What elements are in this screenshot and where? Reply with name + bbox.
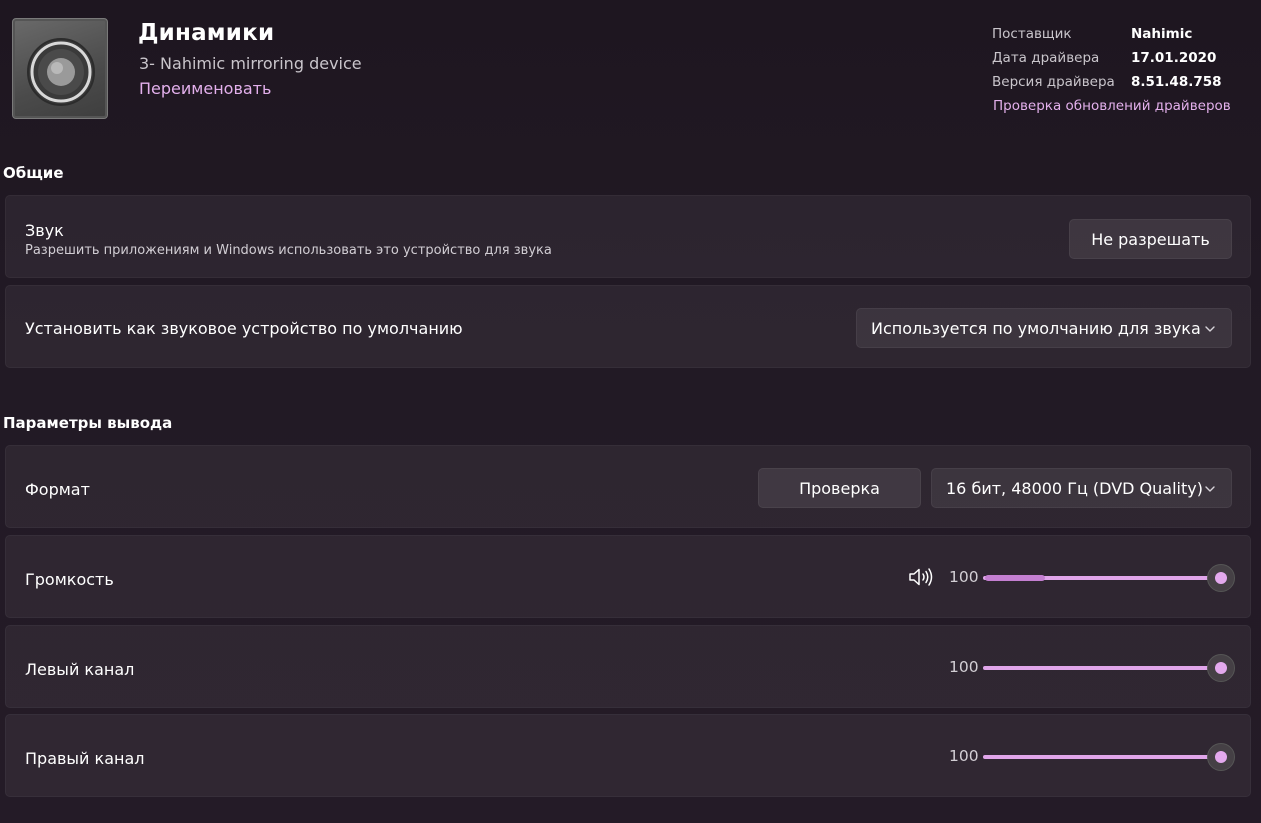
default-device-card: Установить как звуковое устройство по ум… <box>5 285 1251 368</box>
volume-card: Громкость 100 <box>5 535 1251 618</box>
chevron-down-icon <box>1205 326 1215 332</box>
volume-slider[interactable] <box>983 563 1235 593</box>
right-channel-value: 100 <box>949 747 979 765</box>
disallow-button[interactable]: Не разрешать <box>1069 219 1232 259</box>
right-channel-slider-track <box>983 755 1221 759</box>
left-channel-slider-track <box>983 666 1221 670</box>
sound-description: Разрешить приложениям и Windows использо… <box>25 243 552 258</box>
check-driver-updates-link[interactable]: Проверка обновлений драйверов <box>993 98 1231 114</box>
test-button[interactable]: Проверка <box>758 468 921 508</box>
sound-title: Звук <box>25 221 64 240</box>
right-channel-card: Правый канал 100 <box>5 714 1251 797</box>
rename-link[interactable]: Переименовать <box>139 79 271 98</box>
speaker-volume-icon[interactable] <box>907 565 935 589</box>
format-title: Формат <box>25 480 90 499</box>
right-channel-slider[interactable] <box>983 742 1235 772</box>
driver-version-value: 8.51.48.758 <box>1131 74 1222 90</box>
left-channel-title: Левый канал <box>25 660 135 679</box>
speaker-device-icon <box>12 18 108 119</box>
volume-slider-thumb[interactable] <box>1207 564 1235 592</box>
left-channel-value: 100 <box>949 658 979 676</box>
provider-value: Nahimic <box>1131 26 1193 42</box>
sound-card: Звук Разрешить приложениям и Windows исп… <box>5 195 1251 278</box>
default-device-selected: Используется по умолчанию для звука <box>871 318 1201 338</box>
default-device-dropdown[interactable]: Используется по умолчанию для звука <box>856 308 1232 348</box>
device-title: Динамики <box>138 20 275 46</box>
provider-label: Поставщик <box>992 26 1072 42</box>
format-dropdown[interactable]: 16 бит, 48000 Гц (DVD Quality) <box>931 468 1232 508</box>
driver-version-label: Версия драйвера <box>992 74 1115 90</box>
left-channel-card: Левый канал 100 <box>5 625 1251 708</box>
right-channel-slider-thumb[interactable] <box>1207 743 1235 771</box>
left-channel-slider[interactable] <box>983 653 1235 683</box>
driver-date-value: 17.01.2020 <box>1131 50 1217 66</box>
general-section-title: Общие <box>3 164 64 182</box>
left-channel-slider-thumb[interactable] <box>1207 654 1235 682</box>
driver-date-label: Дата драйвера <box>992 50 1100 66</box>
volume-slider-highlight <box>985 575 1045 581</box>
device-subtitle: 3- Nahimic mirroring device <box>139 54 362 73</box>
volume-title: Громкость <box>25 570 114 589</box>
output-section-title: Параметры вывода <box>3 414 173 432</box>
right-channel-title: Правый канал <box>25 749 145 768</box>
format-card: Формат Проверка 16 бит, 48000 Гц (DVD Qu… <box>5 445 1251 528</box>
chevron-down-icon <box>1205 486 1215 492</box>
device-header: Динамики 3- Nahimic mirroring device Пер… <box>0 0 1261 140</box>
default-device-title: Установить как звуковое устройство по ум… <box>25 319 463 338</box>
format-selected: 16 бит, 48000 Гц (DVD Quality) <box>946 478 1203 498</box>
volume-value: 100 <box>949 568 979 586</box>
